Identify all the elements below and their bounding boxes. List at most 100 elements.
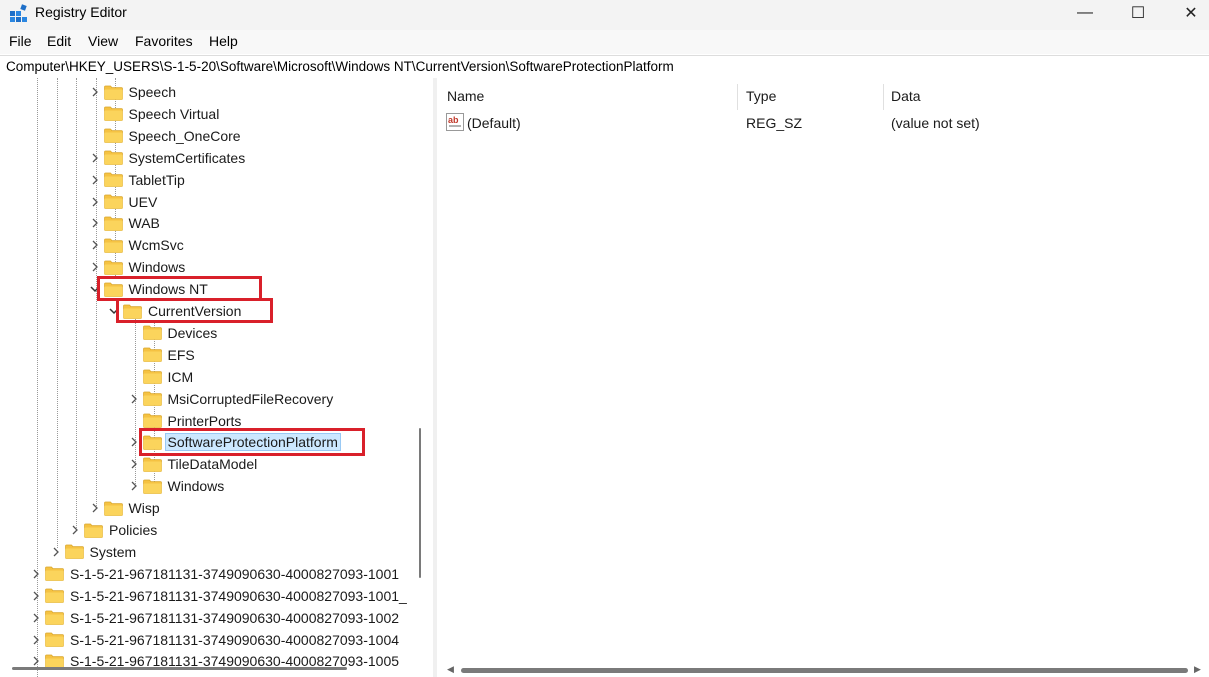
chevron-right-icon[interactable] — [29, 611, 43, 625]
close-button[interactable]: ✕ — [1166, 0, 1209, 26]
tree-item[interactable]: Devices — [127, 322, 218, 344]
chevron-right-icon[interactable] — [88, 85, 102, 99]
tree-item-label[interactable]: Wisp — [129, 500, 160, 516]
tree-item-label[interactable]: EFS — [168, 347, 195, 363]
tree-item-label[interactable]: Devices — [168, 325, 218, 341]
tree-item[interactable]: Windows — [127, 475, 225, 497]
tree-item-label[interactable]: Windows — [168, 478, 225, 494]
tree-item[interactable]: Speech Virtual — [88, 103, 220, 125]
values-list-pane[interactable]: Name Type Data ab (Default) REG_SZ (valu… — [437, 78, 1209, 677]
tree-item[interactable]: UEV — [88, 191, 158, 213]
tree-item-label[interactable]: System — [90, 544, 137, 560]
registry-editor-icon — [9, 4, 28, 23]
tree-item-label[interactable]: MsiCorruptedFileRecovery — [168, 391, 334, 407]
chevron-right-icon[interactable] — [127, 479, 141, 493]
tree-item[interactable]: S-1-5-21-967181131-3749090630-4000827093… — [29, 629, 399, 651]
tree-item[interactable]: Windows — [88, 256, 186, 278]
chevron-right-icon[interactable] — [88, 260, 102, 274]
chevron-right-icon[interactable] — [88, 216, 102, 230]
folder-icon — [45, 566, 64, 582]
tree-item[interactable]: TabletTip — [88, 169, 185, 191]
tree-item[interactable]: S-1-5-21-967181131-3749090630-4000827093… — [29, 607, 399, 629]
chevron-right-icon[interactable] — [127, 457, 141, 471]
minimize-button[interactable]: — — [1060, 0, 1110, 26]
chevron-right-icon[interactable] — [68, 523, 82, 537]
tree-item[interactable]: S-1-5-21-967181131-3749090630-4000827093… — [29, 585, 407, 607]
column-header-type[interactable]: Type — [746, 88, 776, 104]
tree-item-label[interactable]: TileDataModel — [168, 456, 258, 472]
tree-item-label[interactable]: S-1-5-21-967181131-3749090630-4000827093… — [70, 632, 399, 648]
tree-item-label[interactable]: ICM — [168, 369, 194, 385]
chevron-right-icon[interactable] — [88, 501, 102, 515]
chevron-right-icon[interactable] — [29, 589, 43, 603]
folder-icon — [64, 544, 84, 560]
values-horizontal-scrollbar[interactable] — [461, 668, 1188, 673]
tree-item-label[interactable]: SystemCertificates — [129, 150, 246, 166]
tree-guide-line — [57, 78, 58, 548]
tree-item-label[interactable]: Speech Virtual — [129, 106, 220, 122]
tree-item[interactable]: WcmSvc — [88, 234, 184, 256]
tree-item[interactable]: Policies — [68, 519, 157, 541]
chevron-right-icon[interactable] — [88, 151, 102, 165]
tree-item[interactable]: Wisp — [88, 497, 160, 519]
tree-item-label[interactable]: Speech_OneCore — [129, 128, 241, 144]
menu-file[interactable]: File — [9, 33, 32, 49]
window-title: Registry Editor — [35, 4, 127, 20]
value-data: (value not set) — [891, 115, 980, 131]
tree-item-label[interactable]: Speech — [129, 84, 176, 100]
tree-item[interactable]: MsiCorruptedFileRecovery — [127, 388, 334, 410]
tree-item-label[interactable]: Policies — [109, 522, 157, 538]
column-separator[interactable] — [737, 84, 738, 110]
chevron-right-icon[interactable] — [88, 173, 102, 187]
tree-item-label[interactable]: Windows — [129, 259, 186, 275]
tree-item-label[interactable]: UEV — [129, 194, 158, 210]
tree-item-label[interactable]: WcmSvc — [129, 237, 184, 253]
column-separator[interactable] — [883, 84, 884, 110]
scroll-left-icon[interactable]: ◀ — [447, 664, 454, 675]
maximize-icon: ☐ — [1130, 5, 1146, 22]
column-header-data[interactable]: Data — [891, 88, 921, 104]
tree-item[interactable]: TileDataModel — [127, 453, 258, 475]
tree-item[interactable]: Speech_OneCore — [88, 125, 241, 147]
folder-icon — [103, 260, 123, 275]
chevron-right-icon[interactable] — [49, 545, 63, 559]
tree-item-label[interactable]: S-1-5-21-967181131-3749090630-4000827093… — [70, 566, 399, 582]
tree-item-label[interactable]: S-1-5-21-967181131-3749090630-4000827093… — [70, 610, 399, 626]
chevron-right-icon[interactable] — [88, 238, 102, 252]
chevron-right-icon[interactable] — [88, 195, 102, 209]
address-bar[interactable]: Computer\HKEY_USERS\S-1-5-20\Software\Mi… — [0, 55, 1209, 79]
tree-item[interactable]: ICM — [127, 366, 194, 388]
folder-icon — [142, 413, 162, 428]
folder-icon — [103, 128, 123, 144]
tree-item[interactable]: SystemCertificates — [88, 147, 246, 169]
tree-item[interactable]: WAB — [88, 212, 160, 234]
folder-icon — [45, 632, 64, 647]
menu-help[interactable]: Help — [209, 33, 238, 49]
key-tree-pane[interactable]: Speech Speech Virtual Speech_OneCore System… — [0, 78, 434, 677]
chevron-right-icon[interactable] — [29, 567, 43, 581]
column-header-name[interactable]: Name — [447, 88, 484, 104]
address-path[interactable]: Computer\HKEY_USERS\S-1-5-20\Software\Mi… — [6, 59, 674, 74]
tree-item[interactable]: Speech — [88, 81, 176, 103]
tree-item-label[interactable]: S-1-5-21-967181131-3749090630-4000827093… — [70, 588, 407, 604]
tree-item-label[interactable]: TabletTip — [129, 172, 185, 188]
folder-icon — [142, 457, 162, 472]
tree-horizontal-scrollbar[interactable] — [12, 667, 347, 670]
tree-vertical-scrollbar[interactable] — [419, 428, 421, 578]
menu-favorites[interactable]: Favorites — [135, 33, 193, 49]
chevron-right-icon[interactable] — [29, 633, 43, 647]
tree-item-label[interactable]: PrinterPorts — [168, 413, 242, 429]
tree-item[interactable]: EFS — [127, 344, 195, 366]
tree-guide-line — [76, 78, 77, 528]
scroll-right-icon[interactable]: ▶ — [1194, 664, 1201, 675]
menu-edit[interactable]: Edit — [47, 33, 71, 49]
folder-icon — [103, 238, 123, 253]
tree-item[interactable]: System — [49, 541, 137, 563]
menu-view[interactable]: View — [88, 33, 118, 49]
tree-item-label[interactable]: WAB — [129, 215, 160, 231]
folder-icon — [142, 347, 162, 363]
tree-item[interactable]: S-1-5-21-967181131-3749090630-4000827093… — [29, 563, 399, 585]
maximize-button[interactable]: ☐ — [1113, 0, 1163, 26]
value-name[interactable]: (Default) — [467, 115, 521, 131]
chevron-right-icon[interactable] — [127, 392, 141, 406]
